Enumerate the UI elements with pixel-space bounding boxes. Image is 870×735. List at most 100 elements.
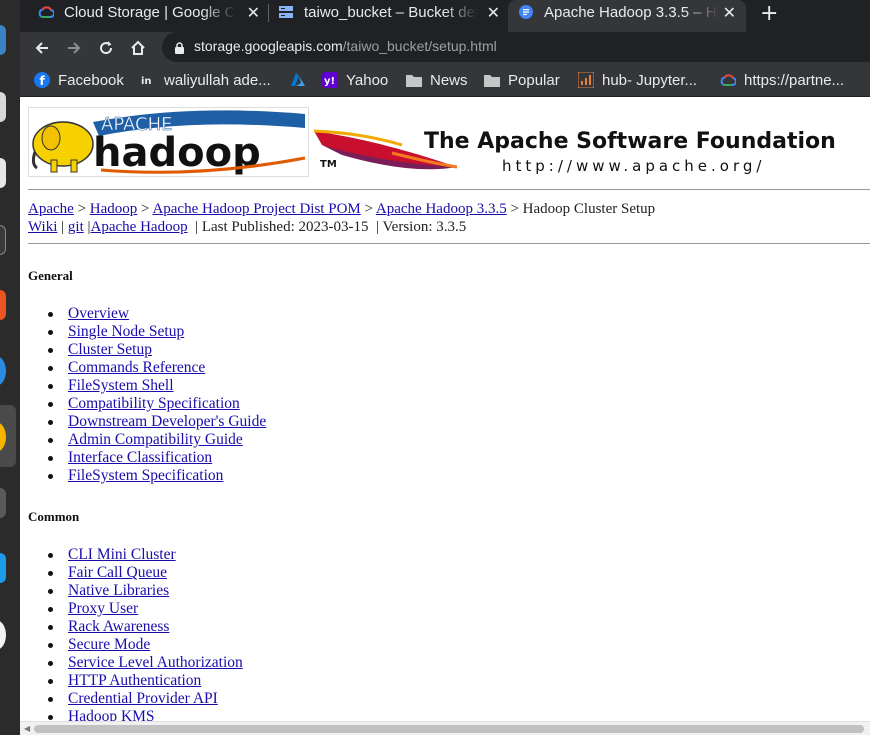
nav-link[interactable]: Commands Reference [68,359,205,376]
bookmark-partner[interactable]: https://partne... [720,71,844,89]
address-bar[interactable]: storage.googleapis.com/taiwo_bucket/setu… [162,32,870,62]
asf-title: The Apache Software Foundation [424,129,836,154]
scroll-left-icon[interactable]: ◀ [24,724,30,733]
hadoop-logo[interactable]: APACHE hadoop [28,107,309,177]
bookmark-label: Facebook [58,71,124,89]
tab-title: Apache Hadoop 3.3.5 – Ha [544,3,719,21]
breadcrumb-version[interactable]: Apache Hadoop 3.3.5 [376,201,507,217]
list-item: Fair Call Queue [48,564,243,582]
nav-link[interactable]: FileSystem Shell [68,377,174,394]
nav-link[interactable]: Fair Call Queue [68,564,167,581]
asf-url: http://www.apache.org/ [502,157,766,175]
dock-app-icon[interactable] [0,356,6,386]
nav-link[interactable]: Proxy User [68,600,138,617]
dock-app-icon[interactable] [0,488,6,518]
list-item: Secure Mode [48,636,243,654]
bookmark-jupyter[interactable]: hub- Jupyter... [578,71,697,89]
list-item: Native Libraries [48,582,243,600]
tab-cloud-storage[interactable]: Cloud Storage | Google Cl ✕ [38,0,260,24]
nav-link[interactable]: Overview [68,305,129,322]
horizontal-scrollbar[interactable]: ◀ [20,721,870,735]
jupyter-icon [578,72,594,88]
bookmark-facebook[interactable]: f Facebook [34,71,124,89]
divider [28,189,870,190]
list-item: Service Level Authorization [48,654,243,672]
url-path: /taiwo_bucket/setup.html [342,38,497,54]
dock-app-icon[interactable] [0,25,6,55]
scrollbar-thumb[interactable] [34,725,864,733]
link-wiki[interactable]: Wiki [28,219,57,235]
reload-button[interactable] [95,37,117,59]
close-icon[interactable]: ✕ [247,3,260,23]
tab-title: taiwo_bucket – Bucket det [304,3,478,21]
nav-link[interactable]: Cluster Setup [68,341,152,358]
lock-icon [174,40,185,59]
bookmark-azure[interactable] [290,71,314,89]
list-item: Compatibility Specification [47,395,266,413]
tab-bucket-details[interactable]: taiwo_bucket – Bucket det ✕ [278,0,500,24]
bookmark-folder-popular[interactable]: Popular [484,71,560,89]
nav-link[interactable]: FileSystem Specification [68,467,223,484]
bookmark-label: waliyullah ade... [164,71,271,89]
tab-apache-hadoop[interactable]: Apache Hadoop 3.3.5 – Ha ✕ [508,0,746,32]
nav-link[interactable]: Interface Classification [68,449,212,466]
yahoo-icon: y! [322,72,338,88]
dock-app-icon[interactable] [0,290,6,320]
link-git[interactable]: git [68,219,84,235]
last-published: Last Published: 2023-03-15 [201,219,369,235]
dock-app-icon[interactable] [0,620,6,650]
bookmark-folder-news[interactable]: News [406,71,468,89]
bookmark-linkedin[interactable]: in waliyullah ade... [140,71,271,89]
breadcrumb-dist-pom[interactable]: Apache Hadoop Project Dist POM [152,201,360,217]
pipe-separator: | [61,219,65,235]
hadoop-elephant-logo: APACHE hadoop [31,110,306,176]
nav-link[interactable]: Secure Mode [68,636,150,653]
svg-text:y!: y! [324,76,335,87]
nav-link[interactable]: Single Node Setup [68,323,184,340]
nav-link[interactable]: Compatibility Specification [68,395,240,412]
dock-app-icon[interactable] [0,158,6,188]
azure-icon [290,72,306,88]
nav-link[interactable]: Native Libraries [68,582,169,599]
asf-banner[interactable]: TM The Apache Software Foundation http:/… [312,123,870,181]
list-item: Admin Compatibility Guide [47,431,266,449]
nav-heading-general: General [28,268,73,283]
facebook-icon: f [34,72,50,88]
link-apache-hadoop[interactable]: Apache Hadoop [91,219,188,235]
nav-link[interactable]: CLI Mini Cluster [68,546,176,563]
folder-icon [484,72,500,88]
nav-link[interactable]: Service Level Authorization [68,654,243,671]
dock-app-icon[interactable] [0,92,6,122]
breadcrumb: Apache > Hadoop > Apache Hadoop Project … [28,200,655,236]
back-button[interactable] [31,37,53,59]
tab-separator [268,4,269,22]
bookmark-yahoo[interactable]: y! Yahoo [322,71,388,89]
dock-app-icon[interactable] [0,553,6,583]
new-tab-button[interactable]: + [760,1,778,26]
back-arrow-icon [35,42,48,54]
dock-app-icon[interactable] [0,225,6,255]
home-button[interactable] [127,37,149,59]
forward-arrow-icon [68,42,81,54]
nav-link[interactable]: Downstream Developer's Guide [68,413,266,430]
tab-strip: Cloud Storage | Google Cl ✕ taiwo_bucket… [20,0,870,32]
breadcrumb-hadoop[interactable]: Hadoop [90,201,138,217]
bookmark-label: News [430,71,468,89]
storage-bucket-icon [278,4,294,20]
breadcrumb-sep: > [364,201,373,217]
google-cloud-icon [38,4,54,20]
nav-link[interactable]: HTTP Authentication [68,672,201,689]
url-text: storage.googleapis.com/taiwo_bucket/setu… [194,38,497,54]
list-item: Credential Provider API [48,690,243,708]
close-icon[interactable]: ✕ [723,3,736,23]
list-item: CLI Mini Cluster [48,546,243,564]
nav-link[interactable]: Rack Awareness [68,618,169,635]
breadcrumb-apache[interactable]: Apache [28,201,74,217]
home-icon [131,40,145,55]
nav-link[interactable]: Credential Provider API [68,690,218,707]
nav-link[interactable]: Admin Compatibility Guide [68,431,243,448]
browser-toolbar: storage.googleapis.com/taiwo_bucket/setu… [20,32,870,64]
forward-button[interactable] [63,37,85,59]
breadcrumb-sep: > [510,201,519,217]
close-icon[interactable]: ✕ [487,3,500,23]
